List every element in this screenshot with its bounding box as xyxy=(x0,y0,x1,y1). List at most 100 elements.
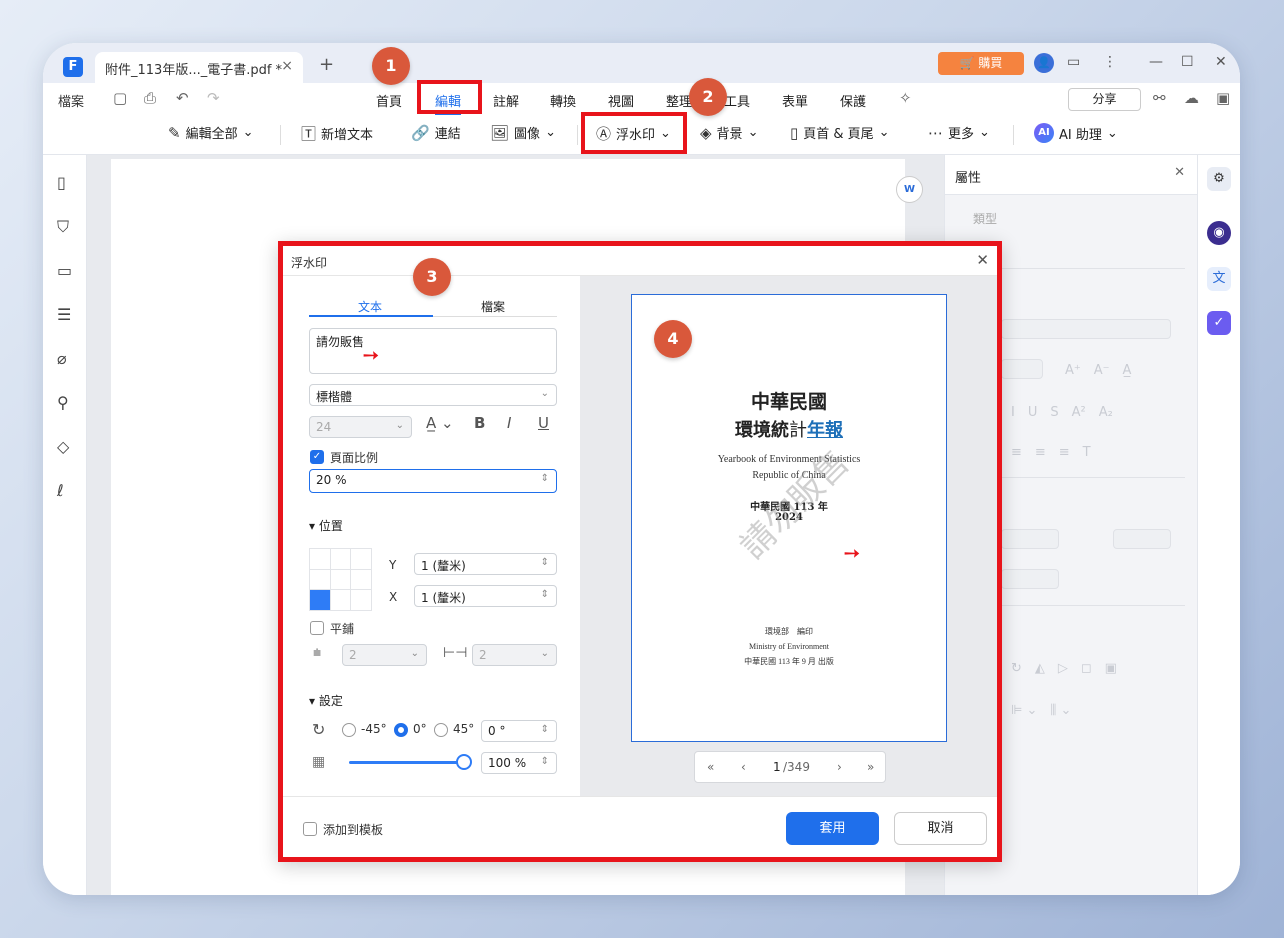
underline-icon[interactable]: U xyxy=(538,414,549,432)
grid-cell[interactable] xyxy=(330,569,351,590)
grid-cell[interactable] xyxy=(330,549,351,569)
minimize-icon[interactable]: — xyxy=(1149,54,1163,70)
rotate-icon: ↻ xyxy=(312,720,326,739)
grid-cell[interactable] xyxy=(330,590,351,610)
menu-tools[interactable]: 工具 xyxy=(724,91,750,110)
ai-assistant-button[interactable]: AI AI 助理 ⌄ xyxy=(1034,123,1118,143)
add-text-button[interactable]: 🅃 新增文本 xyxy=(301,123,373,144)
link-button[interactable]: 🔗 連結 xyxy=(411,123,461,143)
bold-icon[interactable]: B xyxy=(474,414,485,432)
rotation-input[interactable]: 0 ° ⇕ xyxy=(481,720,557,742)
properties-close-icon[interactable]: ✕ xyxy=(1174,165,1185,180)
edit-all-button[interactable]: ✎ 編輯全部 ⌄ xyxy=(168,123,254,143)
horizontal-spacing-input[interactable]: 2 ⌄ xyxy=(472,644,557,666)
comment-icon[interactable]: ▭ xyxy=(57,261,72,280)
tile-checkbox[interactable] xyxy=(310,621,324,635)
layers-icon[interactable]: ◇ xyxy=(57,437,69,456)
menu-protect[interactable]: 保護 xyxy=(840,91,866,110)
tab-file[interactable]: 檔案 xyxy=(481,298,505,315)
user-avatar-icon[interactable]: 👤 xyxy=(1034,53,1054,73)
buy-button[interactable]: 🛒 購買 xyxy=(938,52,1024,75)
cloud-upload-icon[interactable]: ☁ xyxy=(1184,89,1199,107)
background-button[interactable]: ◈ 背景 ⌄ xyxy=(700,123,758,143)
grid-cell[interactable] xyxy=(310,549,330,569)
settings-section-header[interactable]: ▾ 設定 xyxy=(309,692,343,709)
grid-cell-selected[interactable] xyxy=(310,590,330,610)
print-icon[interactable]: ⎙ xyxy=(144,89,156,107)
close-window-icon[interactable]: ✕ xyxy=(1215,54,1227,70)
image-button[interactable]: 🖼 圖像 ⌄ xyxy=(490,123,556,143)
opacity-slider-handle[interactable] xyxy=(456,754,472,770)
position-grid[interactable] xyxy=(309,548,372,611)
x-position-input[interactable]: 1 (釐米) ⇕ xyxy=(414,585,557,607)
search-icon[interactable]: ⚲ xyxy=(57,393,69,412)
menu-comment[interactable]: 註解 xyxy=(493,91,519,110)
page-ratio-checkbox[interactable]: ✓ xyxy=(310,450,324,464)
font-color-icon[interactable]: A̲ ⌄ xyxy=(426,414,454,432)
more-button[interactable]: ⋯ 更多 ⌄ xyxy=(928,123,990,143)
opacity-value: 100 % xyxy=(488,756,527,770)
header-footer-button[interactable]: ▯ 頁首 & 頁尾 ⌄ xyxy=(790,123,890,143)
apply-button[interactable]: 套用 xyxy=(786,812,879,845)
page-thumbnail-icon[interactable]: ▯ xyxy=(57,173,66,192)
rotate-45-label: 45° xyxy=(453,722,475,736)
dialog-close-icon[interactable]: ✕ xyxy=(976,251,989,269)
ai-bot-icon[interactable]: ◉ xyxy=(1207,221,1231,245)
menu-file[interactable]: 檔案 xyxy=(58,91,84,110)
more-vertical-icon[interactable]: ⋮ xyxy=(1103,54,1117,70)
check-task-icon[interactable]: ✓ xyxy=(1207,311,1231,335)
collapse-icon[interactable]: ▣ xyxy=(1216,89,1230,107)
signature-icon[interactable]: ℓ xyxy=(57,481,64,500)
translate-icon[interactable]: 文 xyxy=(1207,267,1231,291)
menu-organize[interactable]: 整理 xyxy=(666,91,692,110)
properties-sliders-icon[interactable]: ⚙ xyxy=(1207,167,1231,191)
grid-cell[interactable] xyxy=(351,549,371,569)
current-page[interactable]: 1 xyxy=(773,760,781,774)
message-icon[interactable]: ▭ xyxy=(1067,54,1080,70)
font-select[interactable]: 標楷體 ⌄ xyxy=(309,384,557,406)
italic-icon[interactable]: I xyxy=(507,414,511,432)
next-page-icon[interactable]: › xyxy=(837,760,842,774)
menu-forms[interactable]: 表單 xyxy=(782,91,808,110)
bookmark-icon[interactable]: ⛉ xyxy=(57,217,69,237)
menu-view[interactable]: 視圖 xyxy=(608,91,634,110)
rotate-0-radio[interactable] xyxy=(394,723,408,737)
grid-cell[interactable] xyxy=(351,569,371,590)
last-page-icon[interactable]: » xyxy=(867,760,874,774)
prev-page-icon[interactable]: ‹ xyxy=(741,760,746,774)
grid-cell[interactable] xyxy=(310,569,330,590)
opacity-slider-track[interactable] xyxy=(349,761,463,764)
lightbulb-icon[interactable]: ✧ xyxy=(899,89,912,107)
attachment-icon[interactable]: ⌀ xyxy=(57,349,67,368)
undo-icon[interactable]: ↶ xyxy=(176,89,189,107)
share-button[interactable]: 分享 xyxy=(1068,88,1141,111)
add-to-template-checkbox[interactable] xyxy=(303,822,317,836)
font-size-select[interactable]: 24 ⌄ xyxy=(309,416,412,438)
redo-icon[interactable]: ↷ xyxy=(207,89,220,107)
y-position-input[interactable]: 1 (釐米) ⇕ xyxy=(414,553,557,575)
watermark-text-input[interactable]: 請勿販售 xyxy=(309,328,557,374)
watermark-settings: 文本 檔案 請勿販售 標楷體 ⌄ 24 ⌄ A̲ ⌄ B I U ✓ 頁面比例 20… xyxy=(283,276,579,796)
cancel-button[interactable]: 取消 xyxy=(894,812,987,845)
hierarchy-icon[interactable]: ⚯ xyxy=(1153,89,1166,107)
layers-list-icon[interactable]: ☰ xyxy=(57,305,71,324)
tab-close-icon[interactable]: × xyxy=(281,58,293,74)
position-section-header[interactable]: ▾ 位置 xyxy=(309,517,343,534)
new-tab-icon[interactable]: + xyxy=(319,54,334,75)
menu-convert[interactable]: 轉換 xyxy=(550,91,576,110)
opacity-input[interactable]: 100 % ⇕ xyxy=(481,752,557,774)
word-convert-icon[interactable]: W xyxy=(896,176,923,203)
menu-home[interactable]: 首頁 xyxy=(376,91,402,110)
rotate-45-radio[interactable] xyxy=(434,723,448,737)
first-page-icon[interactable]: « xyxy=(707,760,714,774)
grid-cell[interactable] xyxy=(351,590,371,610)
rotate-neg45-radio[interactable] xyxy=(342,723,356,737)
page-ratio-input[interactable]: 20 % ⇕ xyxy=(309,469,557,493)
chevron-down-icon: ⌄ xyxy=(395,420,404,431)
x-label: X xyxy=(389,590,398,604)
vertical-spacing-input[interactable]: 2 ⌄ xyxy=(342,644,427,666)
tab-text[interactable]: 文本 xyxy=(358,298,382,315)
maximize-icon[interactable]: ☐ xyxy=(1181,54,1194,70)
save-icon[interactable]: ▢ xyxy=(113,89,127,107)
document-tab[interactable]: 附件_113年版..._電子書.pdf * × xyxy=(95,52,303,83)
